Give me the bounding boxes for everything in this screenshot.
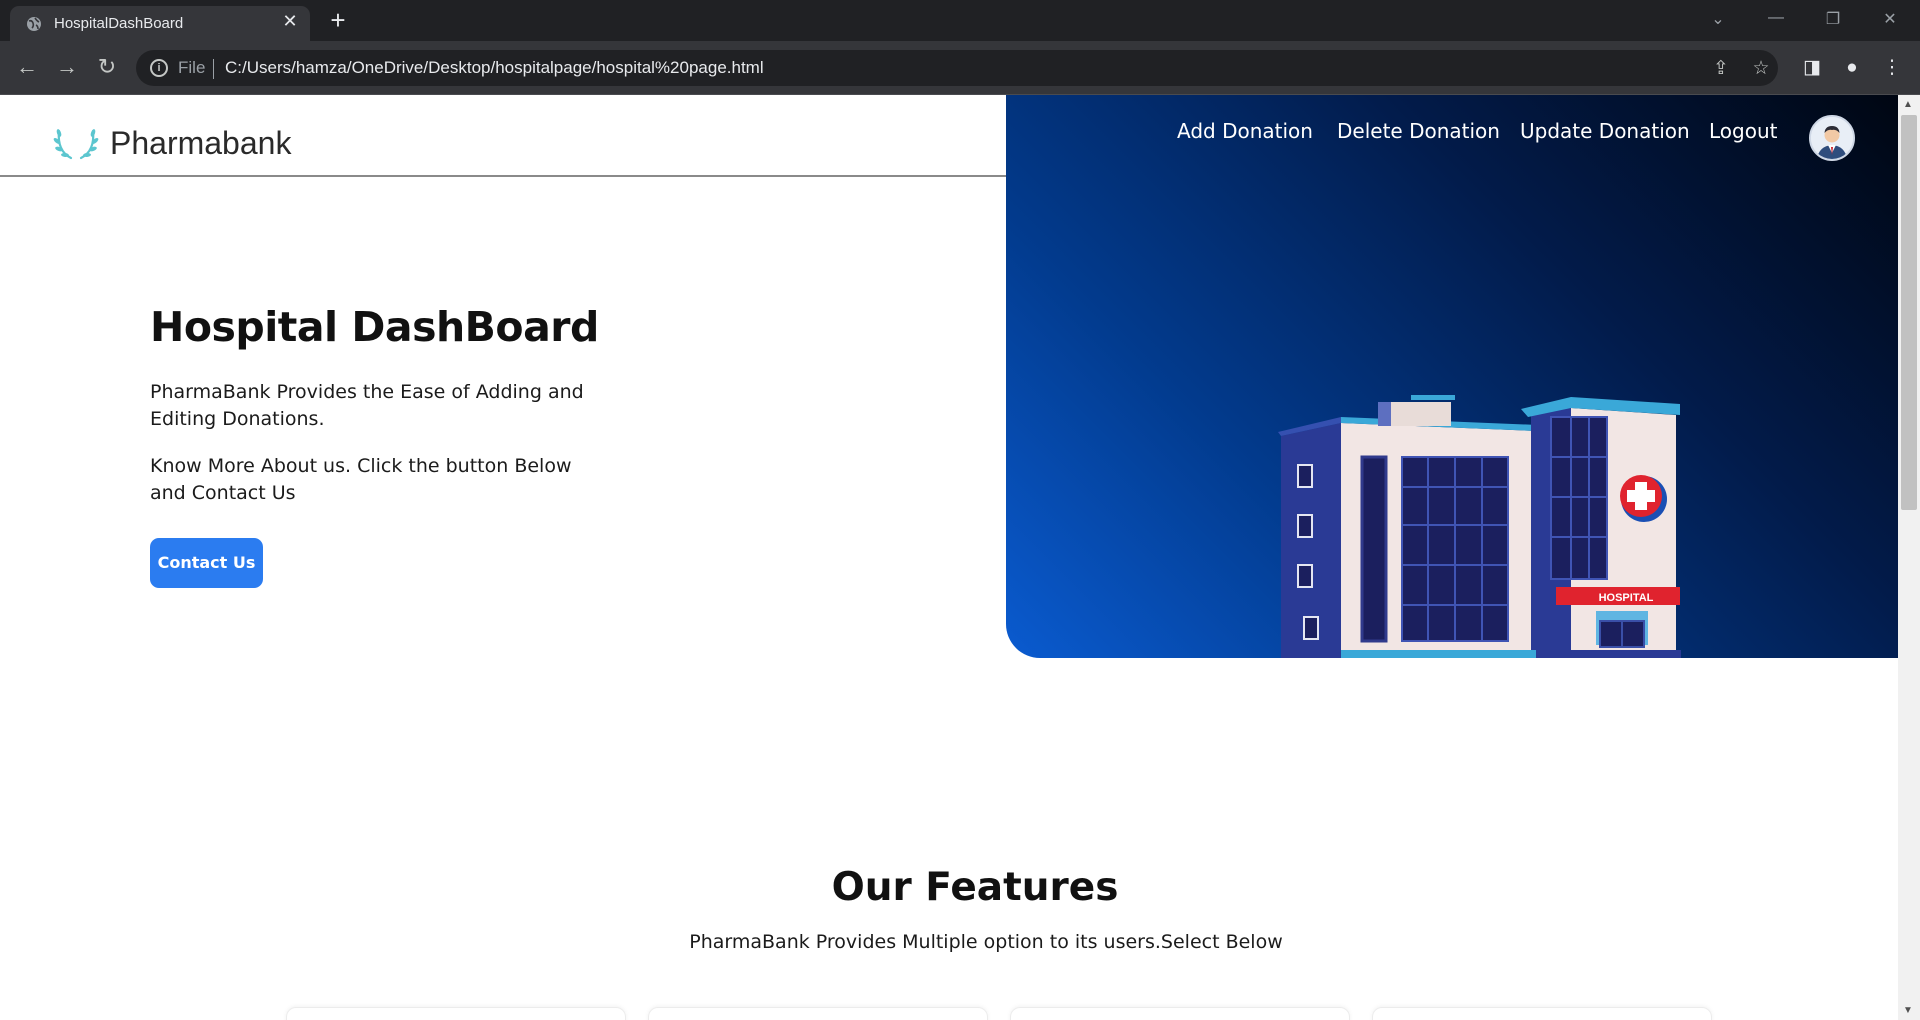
browser-toolbar: ← → ↻ i File C:/Users/hamza/OneDrive/Des… (0, 41, 1920, 95)
address-bar[interactable]: i File C:/Users/hamza/OneDrive/Desktop/h… (136, 50, 1778, 86)
hero-contact-text: Know More About us. Click the button Bel… (150, 455, 572, 504)
hero-banner: Add Donation Delete Donation Update Dona… (1006, 95, 1898, 658)
tab-title: HospitalDashBoard (54, 15, 184, 32)
forward-icon[interactable]: → (54, 55, 80, 81)
doctor-avatar-icon (1811, 117, 1853, 159)
url-separator (213, 59, 214, 79)
restore-icon[interactable]: ❐ (1821, 9, 1845, 31)
feature-card[interactable] (1010, 1007, 1350, 1020)
browser-tab[interactable]: HospitalDashBoard ✕ (10, 6, 310, 41)
page-title: Hospital DashBoard (150, 303, 599, 351)
globe-icon (27, 17, 41, 31)
nav-update-donation[interactable]: Update Donation (1520, 119, 1690, 143)
url-text[interactable]: C:/Users/hamza/OneDrive/Desktop/hospital… (225, 58, 764, 78)
reload-icon[interactable]: ↻ (94, 55, 120, 81)
features-title: Our Features (831, 865, 1119, 910)
user-avatar[interactable] (1809, 115, 1855, 161)
url-scheme-label: File (178, 58, 206, 77)
scroll-up-icon[interactable]: ▲ (1903, 99, 1913, 110)
contact-us-button[interactable]: Contact Us (150, 538, 263, 588)
tab-close-icon[interactable]: ✕ (280, 11, 300, 31)
hospital-building-illustration: HOSPITAL (1278, 395, 1681, 658)
minimize-icon[interactable]: — (1764, 9, 1788, 31)
browser-tab-strip: HospitalDashBoard ✕ + ⌄ — ❐ ✕ (0, 0, 1920, 41)
tab-search-icon[interactable]: ⌄ (1706, 9, 1730, 31)
new-tab-button[interactable]: + (325, 7, 351, 35)
feature-card[interactable] (648, 1007, 988, 1020)
back-icon[interactable]: ← (14, 55, 40, 81)
nav-add-donation[interactable]: Add Donation (1177, 119, 1313, 143)
brand-name[interactable]: Pharmabank (110, 125, 291, 162)
info-icon[interactable]: i (150, 59, 168, 77)
share-icon[interactable]: ⇪ (1710, 58, 1732, 80)
scroll-down-icon[interactable]: ▼ (1903, 1005, 1913, 1016)
menu-icon[interactable]: ⋮ (1880, 56, 1904, 80)
laurel-logo-icon (53, 129, 99, 160)
nav-logout[interactable]: Logout (1709, 119, 1777, 143)
feature-card[interactable] (1372, 1007, 1712, 1020)
nav-delete-donation[interactable]: Delete Donation (1337, 119, 1500, 143)
scroll-thumb[interactable] (1901, 115, 1917, 510)
profile-icon[interactable]: ● (1840, 56, 1864, 80)
sidepanel-icon[interactable]: ◨ (1800, 56, 1824, 80)
features-subtitle: PharmaBank Provides Multiple option to i… (689, 931, 1283, 953)
hospital-sign-text: HOSPITAL (1599, 592, 1654, 604)
close-window-icon[interactable]: ✕ (1878, 9, 1902, 31)
feature-card[interactable] (286, 1007, 626, 1020)
hero-description: PharmaBank Provides the Ease of Adding a… (150, 381, 584, 430)
page-viewport: Pharmabank Add Donation Delete Donation … (0, 95, 1898, 1020)
site-header: Pharmabank (0, 95, 1006, 177)
page-scrollbar[interactable]: ▲ ▼ (1898, 95, 1920, 1020)
star-icon[interactable]: ☆ (1750, 58, 1772, 80)
